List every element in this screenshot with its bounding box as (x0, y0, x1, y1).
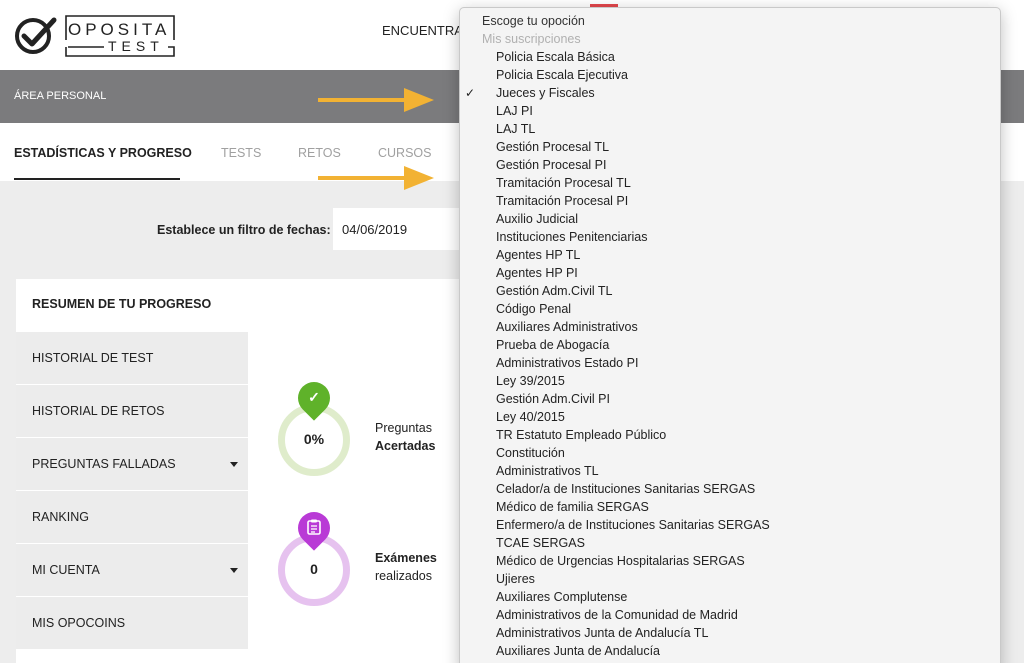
side-menu-label: HISTORIAL DE RETOS (32, 404, 165, 418)
tab-retos[interactable]: RETOS (298, 146, 341, 160)
dropdown-group-label: Mis suscripciones (482, 32, 581, 46)
dropdown-option[interactable]: Policia Escala Ejecutiva (496, 68, 628, 82)
check-icon: ✓ (308, 389, 320, 405)
logo-wordmark[interactable]: OPOSITA TEST (64, 14, 176, 58)
logo-bottom-text: TEST (108, 38, 164, 54)
side-menu-label: HISTORIAL DE TEST (32, 351, 154, 365)
clipboard-icon (307, 519, 321, 535)
dropdown-option[interactable]: Administrativos Junta de Andalucía TL (496, 626, 708, 640)
dropdown-option[interactable]: Auxiliares Junta de Andalucía (496, 644, 660, 658)
dropdown-option[interactable]: LAJ PI (496, 104, 533, 118)
date-filter-input[interactable] (333, 208, 473, 250)
logo-top-text: OPOSITA (68, 20, 171, 39)
dropdown-option[interactable]: Auxiliares Administrativos (496, 320, 638, 334)
dropdown-option[interactable]: Tramitación Procesal TL (496, 176, 631, 190)
date-filter-label: Establece un filtro de fechas: (157, 223, 331, 237)
side-menu-label: MIS OPOCOINS (32, 616, 126, 630)
dropdown-option[interactable]: Ley 39/2015 (496, 374, 565, 388)
dropdown-option[interactable]: Agentes HP TL (496, 248, 580, 262)
progress-panel-title: RESUMEN DE TU PROGRESO (32, 297, 212, 311)
stat-label-line2: Acertadas (375, 439, 436, 453)
dropdown-option[interactable]: Enfermero/a de Instituciones Sanitarias … (496, 518, 770, 532)
side-menu-historial-retos[interactable]: HISTORIAL DE RETOS (16, 385, 248, 438)
stat-label-line1: Exámenes (375, 551, 437, 565)
caret-down-icon (230, 462, 238, 467)
dropdown-option[interactable]: Gestión Procesal PI (496, 158, 606, 172)
side-menu-historial-test[interactable]: HISTORIAL DE TEST (16, 332, 248, 385)
dropdown-option[interactable]: Prueba de Abogacía (496, 338, 609, 352)
personal-area-label: ÁREA PERSONAL (14, 90, 107, 102)
tab-tests[interactable]: TESTS (221, 146, 261, 160)
dropdown-option[interactable]: Administrativos Estado PI (496, 356, 638, 370)
side-menu-label: PREGUNTAS FALLADAS (32, 457, 176, 471)
dropdown-option[interactable]: Instituciones Penitenciarias (496, 230, 647, 244)
annotation-arrow-icon (318, 166, 434, 190)
dropdown-option[interactable]: TR Estatuto Empleado Público (496, 428, 666, 442)
stat-label-line2: realizados (375, 569, 432, 583)
dropdown-option[interactable]: Gestión Procesal TL (496, 140, 609, 154)
progress-panel: RESUMEN DE TU PROGRESO HISTORIAL DE TEST… (16, 279, 496, 663)
dropdown-option[interactable]: Policia Escala Básica (496, 50, 615, 64)
tab-cursos[interactable]: CURSOS (378, 146, 431, 160)
side-menu: HISTORIAL DE TEST HISTORIAL DE RETOS PRE… (16, 332, 248, 650)
dropdown-option[interactable]: Médico de familia SERGAS (496, 500, 649, 514)
dropdown-option[interactable]: TCAE SERGAS (496, 536, 585, 550)
side-menu-preguntas-falladas[interactable]: PREGUNTAS FALLADAS (16, 438, 248, 491)
dropdown-header[interactable]: Escoge tu opoción (482, 14, 585, 28)
dropdown-option[interactable]: Administrativos de la Comunidad de Madri… (496, 608, 738, 622)
nav-link-encuentra[interactable]: ENCUENTRA (382, 23, 463, 38)
dropdown-option[interactable]: Ley 40/2015 (496, 410, 565, 424)
stat-preguntas-acertadas: 0% ✓ Preguntas Acertadas (278, 375, 478, 499)
stat-label-line1: Preguntas (375, 421, 432, 435)
dropdown-option[interactable]: Administrativos TL (496, 464, 599, 478)
caret-down-icon (230, 568, 238, 573)
dropdown-option[interactable]: Gestión Adm.Civil TL (496, 284, 612, 298)
dropdown-option[interactable]: Auxiliares Complutense (496, 590, 627, 604)
dropdown-option[interactable]: Agentes HP PI (496, 266, 578, 280)
side-menu-label: RANKING (32, 510, 89, 524)
dropdown-option[interactable]: Médico de Urgencias Hospitalarias SERGAS (496, 554, 745, 568)
active-tab-underline (14, 178, 180, 180)
side-menu-ranking[interactable]: RANKING (16, 491, 248, 544)
dropdown-option[interactable]: Gestión Adm.Civil PI (496, 392, 610, 406)
logo-check-icon[interactable] (14, 14, 58, 56)
dropdown-option[interactable]: Auxilio Judicial (496, 212, 578, 226)
annotation-arrow-icon (318, 88, 434, 112)
dropdown-option[interactable]: Jueces y Fiscales (496, 86, 595, 100)
stat-label: Exámenes realizados (375, 549, 437, 585)
side-menu-mis-opocoins[interactable]: MIS OPOCOINS (16, 597, 248, 650)
side-menu-mi-cuenta[interactable]: MI CUENTA (16, 544, 248, 597)
dropdown-option[interactable]: Código Penal (496, 302, 571, 316)
stat-label: Preguntas Acertadas (375, 419, 435, 455)
dropdown-option[interactable]: Tramitación Procesal PI (496, 194, 628, 208)
dropdown-option[interactable]: Constitución (496, 446, 565, 460)
dropdown-option[interactable]: LAJ TL (496, 122, 535, 136)
selected-check-icon: ✓ (465, 86, 476, 100)
tab-estadisticas[interactable]: ESTADÍSTICAS Y PROGRESO (14, 146, 192, 160)
stat-value: 0% (303, 431, 325, 447)
dropdown-option[interactable]: Ujieres (496, 572, 535, 586)
dropdown-option[interactable]: Celador/a de Instituciones Sanitarias SE… (496, 482, 755, 496)
side-menu-label: MI CUENTA (32, 563, 100, 577)
stat-examenes-realizados: 0 Exámenes realizados (278, 505, 478, 629)
oposicion-dropdown-menu[interactable]: Escoge tu opoción Mis suscripciones Poli… (459, 7, 1001, 663)
stat-value: 0 (310, 561, 318, 577)
